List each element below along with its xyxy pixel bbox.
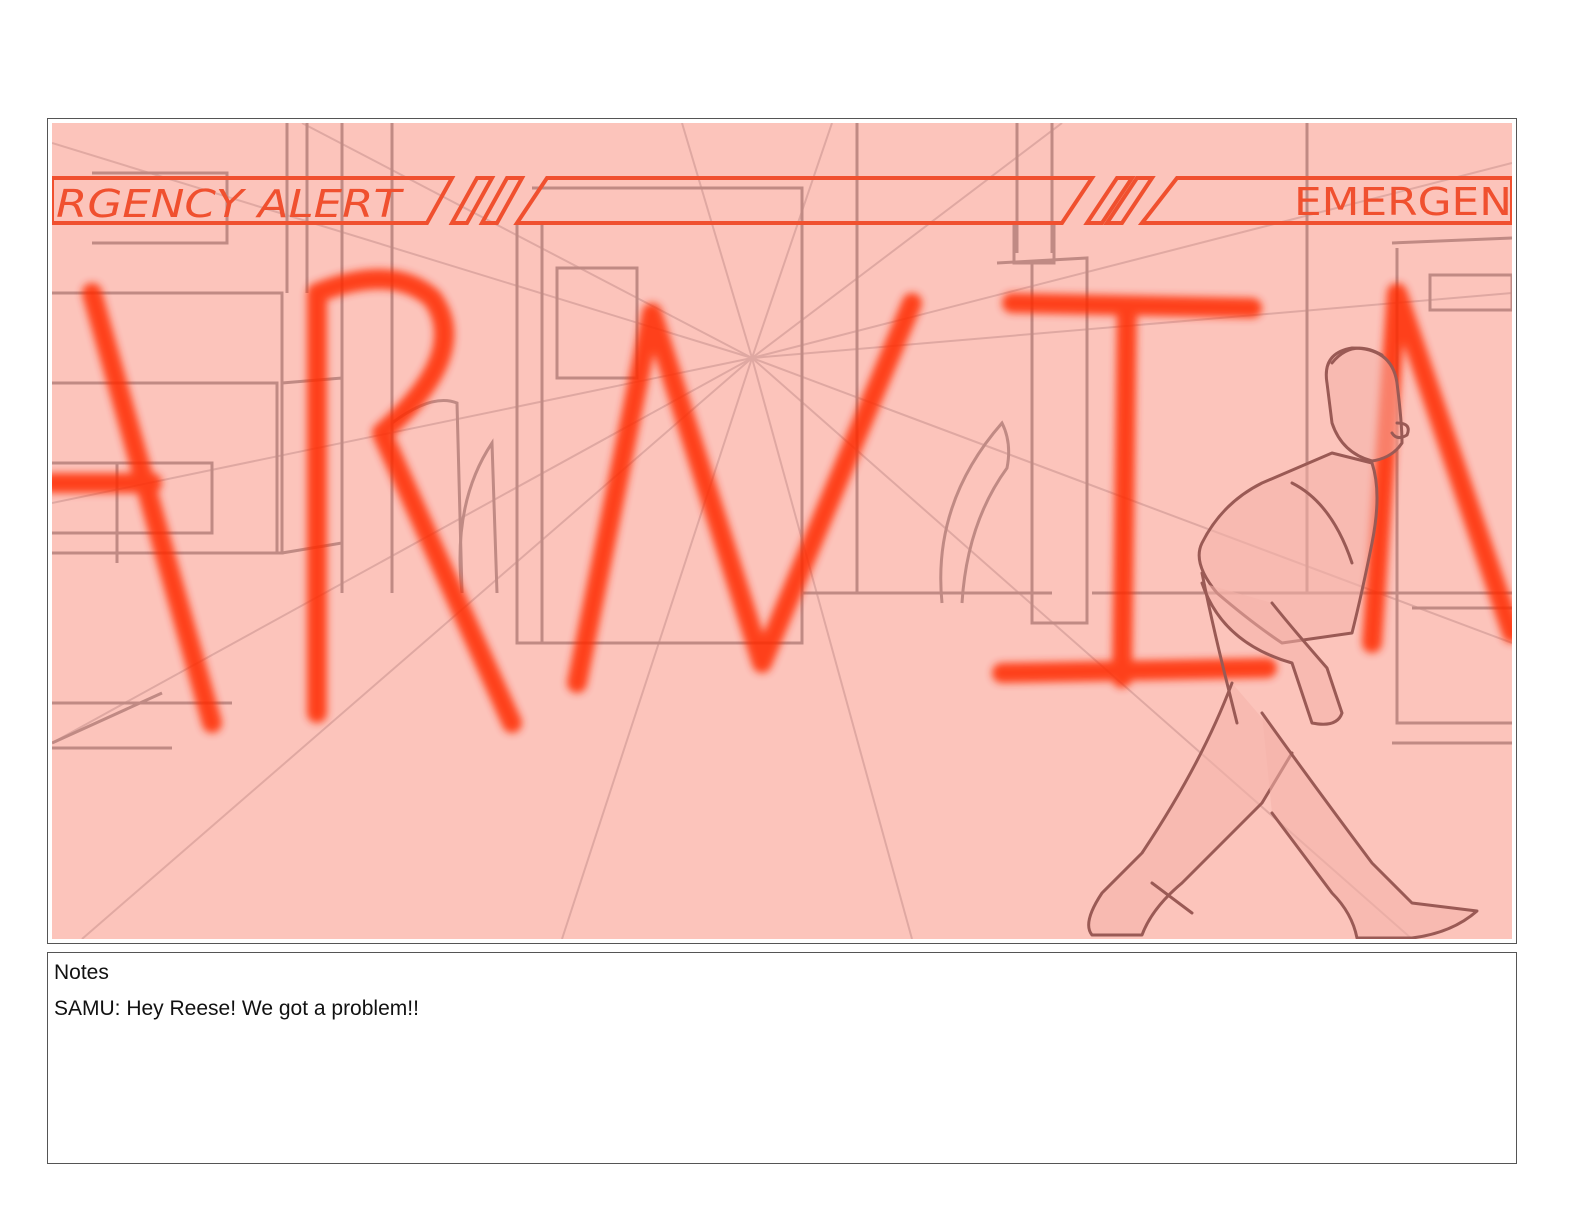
panel-drawing: RGENCY ALERT EMERGEN	[52, 123, 1512, 939]
banner-text-right: EMERGEN	[1294, 180, 1512, 224]
banner-text-left: RGENCY ALERT	[56, 182, 404, 226]
storyboard-panel: RGENCY ALERT EMERGEN	[47, 118, 1517, 944]
notes-text: SAMU: Hey Reese! We got a problem!!	[54, 997, 419, 1020]
notes-heading: Notes	[54, 961, 109, 984]
notes-panel: Notes SAMU: Hey Reese! We got a problem!…	[47, 952, 1517, 1164]
